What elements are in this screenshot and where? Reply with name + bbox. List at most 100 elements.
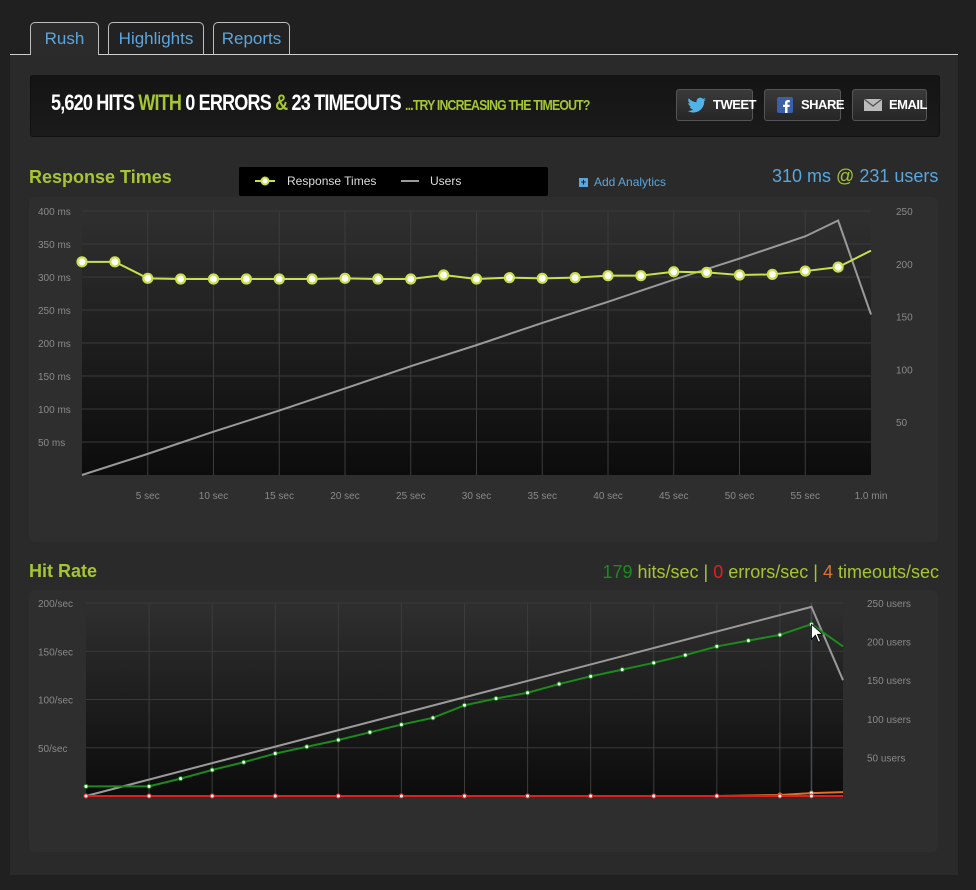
response-time-point [470, 273, 483, 285]
x-tick: 50 sec [725, 491, 754, 502]
response-time-point [142, 272, 154, 284]
chart-legend: Response Times Users [239, 167, 548, 196]
response-time-point [438, 269, 450, 281]
response-ms: 310 ms [772, 166, 832, 186]
response-time-point [799, 265, 811, 277]
errors-per-sec-point [272, 793, 278, 799]
x-tick: 45 sec [659, 491, 688, 502]
hit-sep-1: | [698, 562, 714, 582]
response-time-point [668, 266, 680, 278]
hits-per-sec-point [462, 702, 467, 708]
x-tick: 40 sec [593, 491, 622, 502]
x-tick: 55 sec [791, 491, 820, 502]
hits-count: 5,620 HITS [51, 90, 135, 115]
x-tick: 25 sec [396, 491, 425, 502]
response-times-chart-box: 400 ms 350 ms 300 ms 250 ms 200 ms 150 ms 100 … [29, 197, 938, 542]
rush-panel: 5,620 HITS WITH 0 ERRORS & 23 TIMEOUTS .… [10, 55, 958, 875]
y-tick-left: 250 ms [38, 306, 71, 317]
response-time-point [207, 273, 220, 285]
y-tick-right: 250 users [867, 599, 911, 610]
hits-per-sec-point [367, 729, 373, 735]
response-time-point [240, 273, 252, 285]
hits-per-sec-point [745, 638, 751, 644]
errors-per-sec-point [83, 793, 89, 799]
response-time-point [273, 273, 285, 285]
x-tick: 5 sec [136, 491, 160, 502]
hit-rate-title: Hit Rate [29, 561, 98, 581]
response-time-point [766, 268, 778, 280]
timeouts-count: 23 TIMEOUTS [291, 90, 402, 115]
y-tick-right: 100 users [867, 715, 911, 726]
response-at: @ [836, 166, 855, 186]
response-time-point [733, 269, 746, 281]
share-button[interactable]: SHARE [764, 89, 845, 121]
response-time-point [372, 273, 384, 285]
y-tick-right: 50 [896, 418, 908, 429]
response-times-title: Response Times [29, 167, 172, 187]
x-tick: 15 sec [265, 491, 294, 502]
hit-sep-2: | [808, 562, 823, 582]
response-time-point [175, 273, 187, 285]
add-analytics-link[interactable]: + Add Analytics [579, 175, 666, 189]
errors-per-sec-point [398, 793, 404, 799]
hits-per-sec-point [714, 643, 720, 649]
response-time-point [832, 261, 844, 273]
errors-per-sec-point [525, 793, 531, 799]
facebook-icon [777, 97, 793, 113]
ampersand: & [275, 90, 288, 115]
hits-per-sec-point [430, 715, 436, 721]
y-tick-left: 200 ms [38, 339, 71, 350]
response-time-point [635, 270, 647, 282]
with-word: WITH [138, 90, 182, 115]
legend-users[interactable]: Users [430, 174, 461, 188]
y-tick-left: 100/sec [38, 696, 73, 707]
errors-per-sec-point [335, 793, 341, 799]
envelope-icon [863, 98, 883, 111]
y-tick-right: 50 users [867, 753, 905, 764]
response-time-point [701, 266, 713, 278]
y-tick-left: 150/sec [38, 647, 73, 658]
share-label: SHARE [801, 97, 845, 112]
y-tick-right: 150 users [867, 676, 911, 687]
email-button[interactable]: EMAIL [852, 89, 927, 121]
y-tick-right: 200 users [867, 638, 911, 649]
timeout-hint: ...TRY INCREASING THE TIMEOUT? [405, 97, 590, 114]
hits-per-sec-point [588, 673, 594, 679]
y-tick-left: 300 ms [38, 273, 71, 284]
hit-rate-chart: 200/sec 150/sec 100/sec 50/sec 250 users 200 … [38, 599, 911, 799]
timeouts-label: timeouts/sec [832, 562, 939, 582]
hits-per-sec-point [83, 783, 89, 789]
errors-per-sec-point [714, 793, 720, 799]
hits-per-sec-point [777, 632, 783, 638]
email-label: EMAIL [889, 97, 927, 112]
tab-reports[interactable]: Reports [213, 22, 290, 54]
errors-per-sec-point [651, 793, 657, 799]
tab-bar: Rush Highlights Reports [10, 22, 958, 55]
timeouts-value: 4 [822, 562, 833, 582]
response-time-point [569, 272, 581, 284]
response-time-point [503, 272, 515, 284]
hits-per-sec-point [209, 767, 215, 773]
hits-per-sec-point [304, 744, 310, 750]
errors-per-sec-point [588, 793, 594, 799]
hits-per-sec-point [619, 667, 625, 673]
legend-response-times[interactable]: Response Times [287, 174, 376, 188]
twitter-bird-icon [687, 97, 706, 113]
errors-per-sec-point [146, 793, 152, 799]
y-tick-left: 350 ms [38, 240, 71, 251]
hits-value: 179 [602, 562, 633, 582]
x-tick: 20 sec [330, 491, 359, 502]
tab-rush[interactable]: Rush [30, 22, 99, 55]
y-tick-right: 100 [896, 365, 913, 376]
response-time-point [76, 256, 88, 268]
y-tick-right: 200 [896, 260, 913, 271]
response-times-chart: 400 ms 350 ms 300 ms 250 ms 200 ms 150 ms 100 … [38, 207, 913, 502]
y-tick-left: 50/sec [38, 744, 67, 755]
y-tick-right: 150 [896, 313, 913, 324]
y-tick-left: 150 ms [38, 372, 71, 383]
tab-highlights[interactable]: Highlights [108, 22, 204, 54]
response-time-point [602, 270, 614, 282]
plus-icon: + [579, 177, 588, 187]
tweet-button[interactable]: TWEET [676, 89, 757, 121]
hit-rate-stat: 179 hits/sec | 0 errors/sec | 4 timeouts… [602, 562, 939, 583]
